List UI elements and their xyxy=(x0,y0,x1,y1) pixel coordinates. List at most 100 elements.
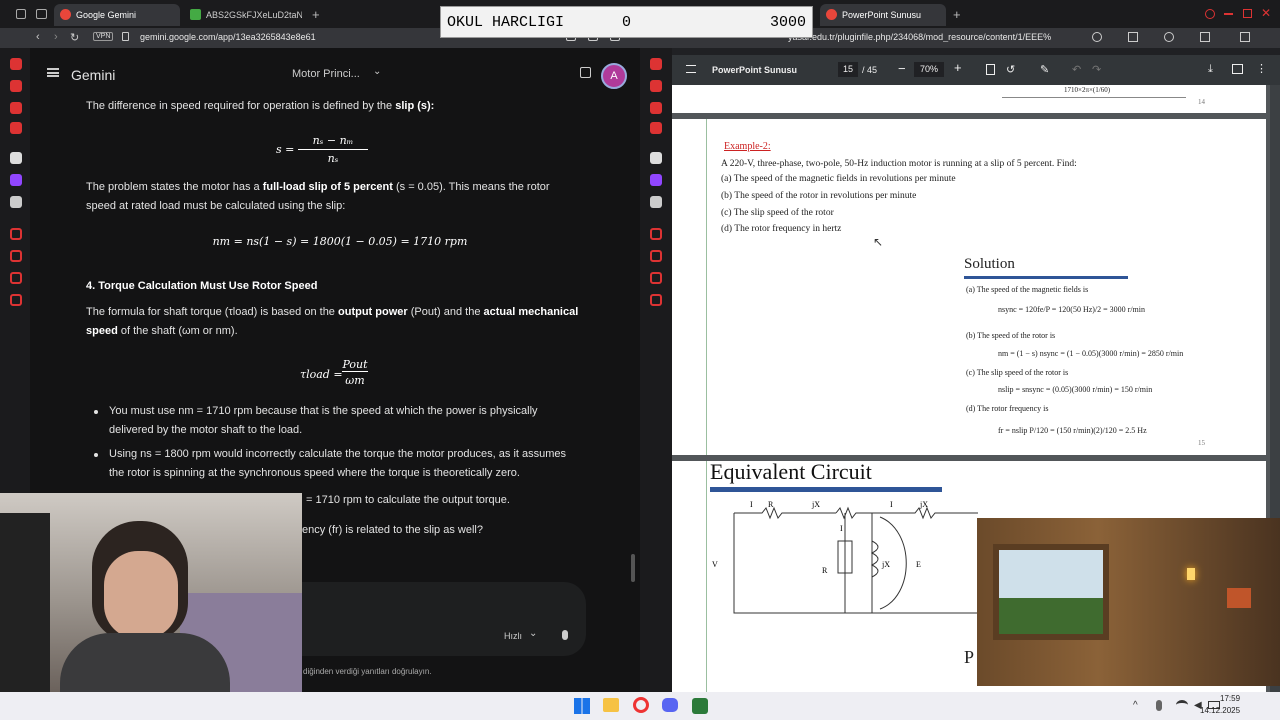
goal-target-value: 3000 xyxy=(769,14,806,31)
sidebar-icon-4[interactable] xyxy=(10,122,22,134)
zoom-in-button[interactable]: + xyxy=(954,60,962,75)
gemini-title: Gemini xyxy=(71,67,116,83)
opera-icon[interactable] xyxy=(633,697,649,713)
workspace-icon[interactable] xyxy=(16,9,26,19)
page-number-input[interactable]: 15 xyxy=(838,62,858,77)
sidebar-icon-1[interactable] xyxy=(10,58,22,70)
wifi-icon[interactable] xyxy=(1176,700,1188,710)
download-icon[interactable] xyxy=(1240,32,1250,42)
ai-icon[interactable] xyxy=(650,152,662,164)
svg-text:E: E xyxy=(916,560,921,569)
history-icon[interactable] xyxy=(650,250,662,262)
sidebar-icon-3[interactable] xyxy=(650,102,662,114)
forward-icon[interactable]: › xyxy=(54,31,58,43)
undo-icon[interactable]: ↶ xyxy=(1072,63,1081,76)
zoom-input[interactable]: 70% xyxy=(914,62,944,77)
tab-abs[interactable]: ABS2GSkFJXeLuD2taNP xyxy=(184,4,302,26)
prompt-input[interactable]: Hızlı ⌄ xyxy=(270,582,586,656)
webcam-overlay xyxy=(0,493,302,692)
maximize-icon[interactable] xyxy=(1243,9,1252,18)
speed-selector[interactable]: Hızlı xyxy=(504,631,522,641)
tab-powerpoint[interactable]: PowerPoint Sunusu xyxy=(820,4,946,26)
tab-list-icon[interactable] xyxy=(36,9,47,19)
x-icon[interactable] xyxy=(10,196,22,208)
solution-d: (d) The rotor frequency is xyxy=(966,404,1049,413)
clock-time[interactable]: 17:59 xyxy=(1220,694,1240,703)
minimize-icon[interactable] xyxy=(1224,13,1233,15)
pinboard-icon[interactable] xyxy=(10,272,22,284)
x-icon[interactable] xyxy=(650,196,662,208)
download-icon[interactable]: ⤓ xyxy=(1208,63,1213,76)
pdf-menu-icon[interactable] xyxy=(686,65,696,73)
opera-icon xyxy=(826,9,837,20)
screenshot-icon[interactable] xyxy=(1128,32,1138,42)
sidebar-icon-1[interactable] xyxy=(650,58,662,70)
sidebar-icon-3[interactable] xyxy=(10,102,22,114)
file-explorer-icon[interactable] xyxy=(603,698,619,712)
new-tab-button[interactable]: + xyxy=(312,7,320,22)
scrollbar[interactable] xyxy=(631,554,635,582)
ai-icon[interactable] xyxy=(10,152,22,164)
chevron-down-icon: ⌄ xyxy=(373,66,382,77)
game-grass xyxy=(999,598,1103,634)
microphone-icon[interactable] xyxy=(1156,700,1162,711)
paragraph-torque: The formula for shaft torque (τload) is … xyxy=(86,306,579,337)
follow-up-question: ency (fr) is related to the slip as well… xyxy=(302,524,483,536)
reload-icon[interactable]: ↻ xyxy=(70,31,79,44)
print-icon[interactable] xyxy=(1232,64,1243,74)
fit-page-icon[interactable] xyxy=(986,64,995,75)
svg-text:jX: jX xyxy=(919,501,928,509)
address-input[interactable]: yasar.edu.tr/pluginfile.php/234068/mod_r… xyxy=(788,32,1088,42)
mouse-cursor-icon: ↖ xyxy=(873,235,884,249)
slide-border xyxy=(706,119,707,455)
svg-text:V: V xyxy=(712,560,718,569)
search-icon[interactable] xyxy=(1205,9,1215,19)
sidebar-icon-4[interactable] xyxy=(650,122,662,134)
heart-icon[interactable] xyxy=(1164,32,1174,42)
page-number: 15 xyxy=(1198,439,1205,447)
discord-icon[interactable] xyxy=(662,698,678,712)
twitch-icon[interactable] xyxy=(650,174,662,186)
pinboard-icon[interactable] xyxy=(650,272,662,284)
avatar[interactable]: A xyxy=(601,63,627,89)
windows-taskbar: ^ ◀ 17:59 14.12.2025 xyxy=(0,692,1280,720)
tray-chevron-icon[interactable]: ^ xyxy=(1133,700,1138,711)
start-icon[interactable] xyxy=(574,698,590,714)
history-icon[interactable] xyxy=(10,250,22,262)
model-selector[interactable]: Motor Princi... xyxy=(292,68,360,80)
solution-a-equation: nsync = 120fe/P = 120(50 Hz)/2 = 3000 r/… xyxy=(998,305,1145,314)
vpn-badge[interactable]: VPN xyxy=(93,32,114,41)
tab-google-gemini[interactable]: Google Gemini xyxy=(54,4,180,26)
annotate-icon[interactable]: ✎ xyxy=(1040,63,1049,76)
tab-label: PowerPoint Sunusu xyxy=(842,10,922,20)
microphone-icon[interactable] xyxy=(562,630,568,640)
rotate-icon[interactable]: ↺ xyxy=(1006,63,1015,76)
sidebar-icon-5[interactable] xyxy=(10,228,22,240)
zoom-icon[interactable] xyxy=(1092,32,1102,42)
webcam-chair xyxy=(0,513,50,692)
disclaimer-text: diğinden verdiği yanıtları doğrulayın. xyxy=(303,667,432,676)
question-c: (c) The slip speed of the rotor xyxy=(721,208,834,218)
extension-icon[interactable] xyxy=(1200,32,1210,42)
slide-border xyxy=(706,461,707,692)
clock-date[interactable]: 14.12.2025 xyxy=(1200,706,1240,715)
twitch-icon[interactable] xyxy=(10,174,22,186)
app-icon[interactable] xyxy=(692,698,708,714)
lock-icon xyxy=(122,32,129,41)
settings-icon[interactable] xyxy=(650,294,662,306)
question-a: (a) The speed of the magnetic fields in … xyxy=(721,174,956,184)
sidebar-icon-5[interactable] xyxy=(650,228,662,240)
close-icon[interactable]: ✕ xyxy=(1261,6,1271,20)
sidebar-icon-2[interactable] xyxy=(10,80,22,92)
address-input[interactable]: gemini.google.com/app/13ea3265843e8e61 xyxy=(140,32,316,42)
zoom-out-button[interactable]: − xyxy=(898,61,906,76)
solution-d-equation: fr = nslip P/120 = (150 r/min)(2)/120 = … xyxy=(998,426,1147,435)
settings-icon[interactable] xyxy=(10,294,22,306)
back-icon[interactable]: ‹ xyxy=(36,31,40,43)
new-chat-icon[interactable] xyxy=(580,67,591,78)
redo-icon[interactable]: ↷ xyxy=(1092,63,1101,76)
new-tab-button[interactable]: + xyxy=(953,7,961,22)
pdf-page-14: 1710×2π×(1/60) 14 xyxy=(672,85,1266,113)
more-options-icon[interactable]: ⋮ xyxy=(1256,62,1267,75)
sidebar-icon-2[interactable] xyxy=(650,80,662,92)
